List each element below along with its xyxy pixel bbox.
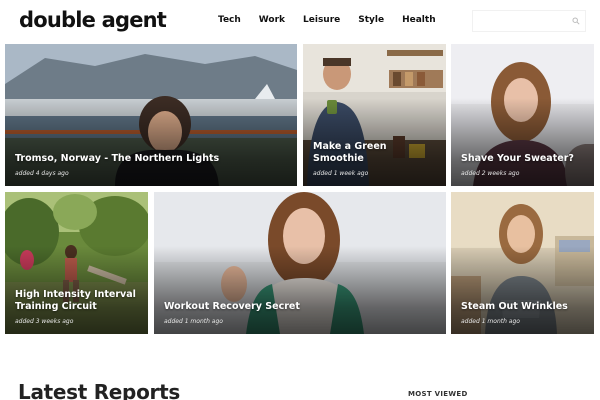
- search-icon[interactable]: [572, 17, 580, 25]
- nav-item-tech[interactable]: Tech: [218, 15, 241, 25]
- video-title[interactable]: Steam Out Wrinkles: [461, 301, 586, 313]
- search-input[interactable]: [473, 13, 567, 34]
- video-added-date: added 1 month ago: [164, 318, 223, 325]
- video-added-date: added 3 weeks ago: [15, 318, 74, 325]
- video-title[interactable]: Make a Green Smoothie: [313, 141, 438, 165]
- video-tile-green-smoothie[interactable]: Make a Green Smoothie added 1 week ago: [303, 44, 446, 186]
- video-added-date: added 1 week ago: [313, 170, 369, 177]
- latest-reports-heading: Latest Reports: [18, 380, 180, 400]
- video-added-date: added 4 days ago: [15, 170, 69, 177]
- site-logo[interactable]: double agent: [19, 8, 167, 32]
- search-box: [472, 10, 586, 34]
- tile-caption: Workout Recovery Secret added 1 month ag…: [164, 301, 438, 325]
- nav-item-health[interactable]: Health: [402, 15, 436, 25]
- tile-caption: Shave Your Sweater? added 2 weeks ago: [461, 153, 586, 177]
- tile-caption: Make a Green Smoothie added 1 week ago: [313, 141, 438, 177]
- tile-caption: Steam Out Wrinkles added 1 month ago: [461, 301, 586, 325]
- tile-caption: High Intensity Interval Training Circuit…: [15, 289, 140, 325]
- nav-item-style[interactable]: Style: [358, 15, 384, 25]
- video-added-date: added 2 weeks ago: [461, 170, 520, 177]
- video-tile-workout-recovery[interactable]: Workout Recovery Secret added 1 month ag…: [154, 192, 446, 334]
- nav-item-leisure[interactable]: Leisure: [303, 15, 340, 25]
- main-nav: Tech Work Leisure Style Health: [218, 15, 454, 25]
- site-header: double agent Tech Work Leisure Style Hea…: [0, 0, 600, 42]
- video-title[interactable]: Shave Your Sweater?: [461, 153, 586, 165]
- video-tile-tromso[interactable]: Tromso, Norway - The Northern Lights add…: [5, 44, 297, 186]
- tile-caption: Tromso, Norway - The Northern Lights add…: [15, 153, 289, 177]
- video-title[interactable]: High Intensity Interval Training Circuit: [15, 289, 140, 313]
- video-tile-hiit[interactable]: High Intensity Interval Training Circuit…: [5, 192, 148, 334]
- most-viewed-heading: MOST VIEWED: [408, 390, 468, 398]
- nav-item-work[interactable]: Work: [259, 15, 285, 25]
- video-tile-steam-wrinkles[interactable]: Steam Out Wrinkles added 1 month ago: [451, 192, 594, 334]
- video-added-date: added 1 month ago: [461, 318, 520, 325]
- video-title[interactable]: Tromso, Norway - The Northern Lights: [15, 153, 289, 165]
- video-title[interactable]: Workout Recovery Secret: [164, 301, 438, 313]
- video-tile-shave-sweater[interactable]: Shave Your Sweater? added 2 weeks ago: [451, 44, 594, 186]
